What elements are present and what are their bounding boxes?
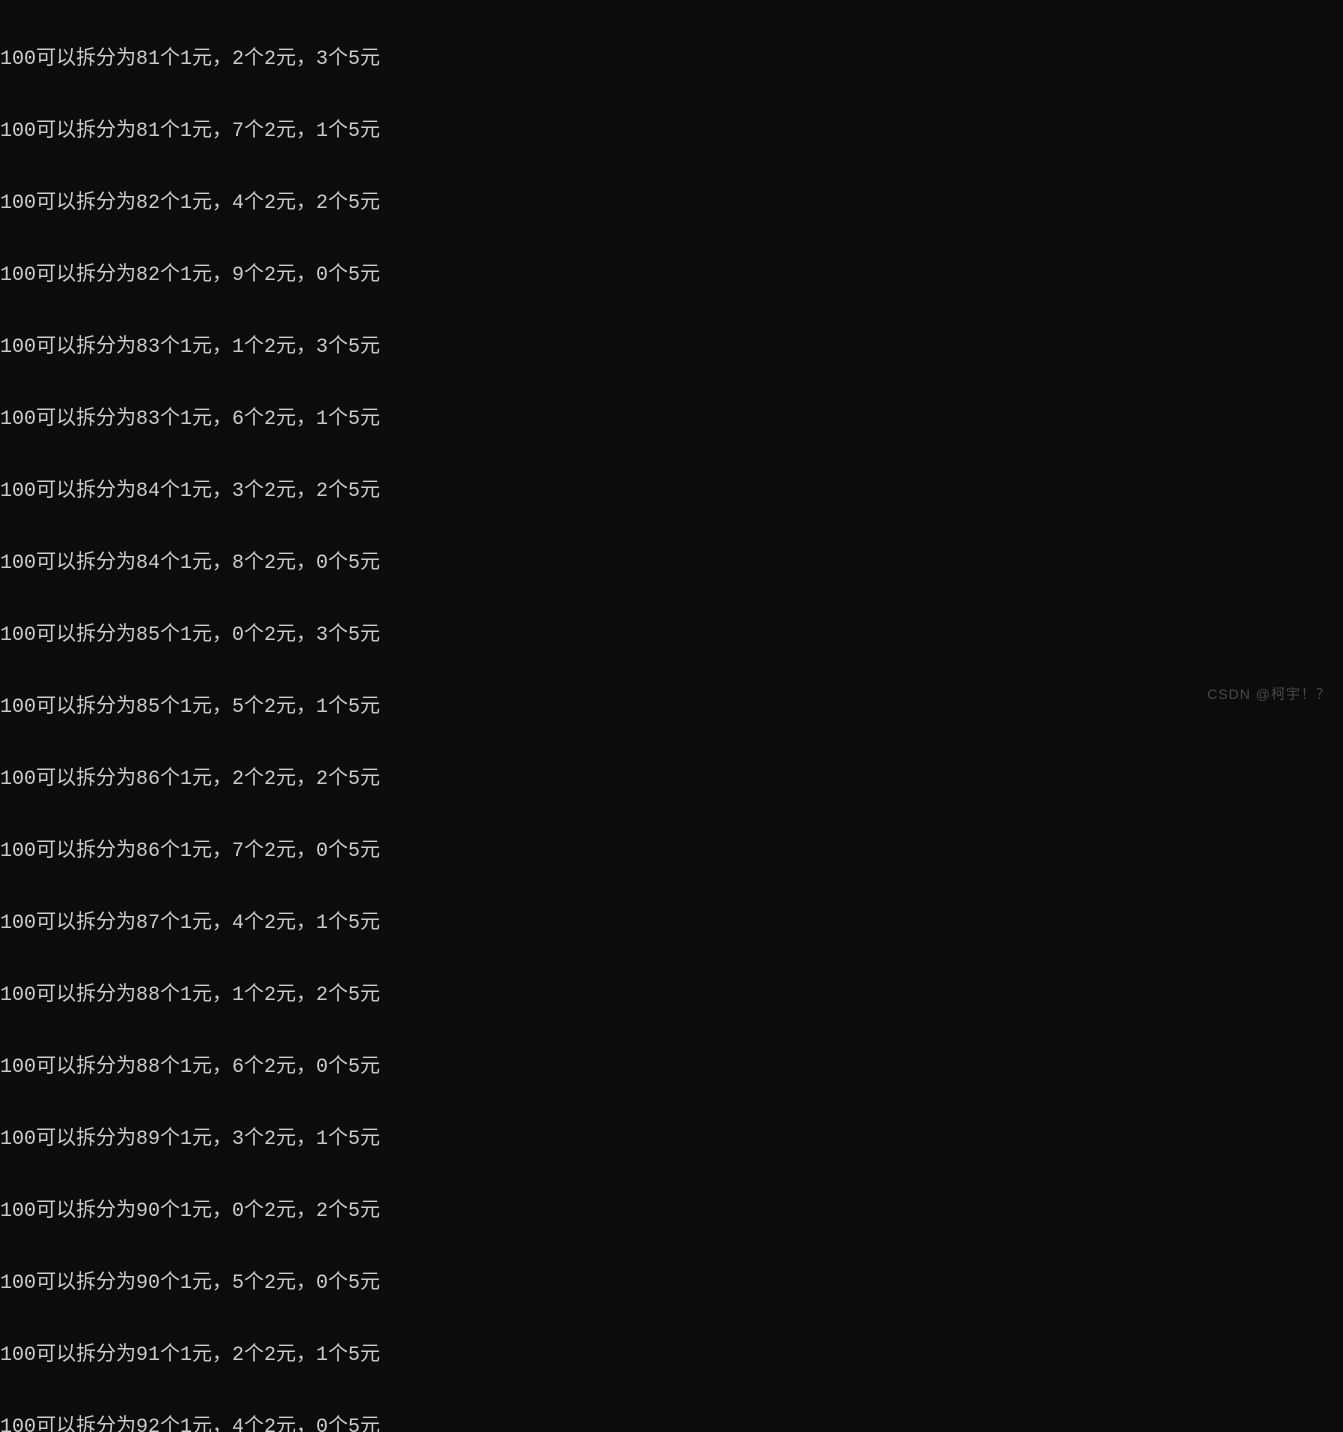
- output-line: 100可以拆分为85个1元，0个2元，3个5元: [0, 624, 1343, 648]
- output-line: 100可以拆分为90个1元，5个2元，0个5元: [0, 1272, 1343, 1296]
- terminal-output: 100可以拆分为81个1元，2个2元，3个5元 100可以拆分为81个1元，7个…: [0, 0, 1343, 1432]
- output-line: 100可以拆分为87个1元，4个2元，1个5元: [0, 912, 1343, 936]
- output-line: 100可以拆分为89个1元，3个2元，1个5元: [0, 1128, 1343, 1152]
- output-line: 100可以拆分为91个1元，2个2元，1个5元: [0, 1344, 1343, 1368]
- watermark-text: CSDN @柯宇！？: [1207, 682, 1331, 706]
- output-line: 100可以拆分为86个1元，2个2元，2个5元: [0, 768, 1343, 792]
- output-line: 100可以拆分为84个1元，3个2元，2个5元: [0, 480, 1343, 504]
- output-line: 100可以拆分为92个1元，4个2元，0个5元: [0, 1416, 1343, 1432]
- output-line: 100可以拆分为81个1元，2个2元，3个5元: [0, 48, 1343, 72]
- output-line: 100可以拆分为83个1元，1个2元，3个5元: [0, 336, 1343, 360]
- output-line: 100可以拆分为86个1元，7个2元，0个5元: [0, 840, 1343, 864]
- output-line: 100可以拆分为83个1元，6个2元，1个5元: [0, 408, 1343, 432]
- output-line: 100可以拆分为85个1元，5个2元，1个5元: [0, 696, 1343, 720]
- output-line: 100可以拆分为88个1元，6个2元，0个5元: [0, 1056, 1343, 1080]
- output-line: 100可以拆分为84个1元，8个2元，0个5元: [0, 552, 1343, 576]
- output-line: 100可以拆分为81个1元，7个2元，1个5元: [0, 120, 1343, 144]
- output-line: 100可以拆分为82个1元，4个2元，2个5元: [0, 192, 1343, 216]
- output-line: 100可以拆分为88个1元，1个2元，2个5元: [0, 984, 1343, 1008]
- output-line: 100可以拆分为90个1元，0个2元，2个5元: [0, 1200, 1343, 1224]
- output-line: 100可以拆分为82个1元，9个2元，0个5元: [0, 264, 1343, 288]
